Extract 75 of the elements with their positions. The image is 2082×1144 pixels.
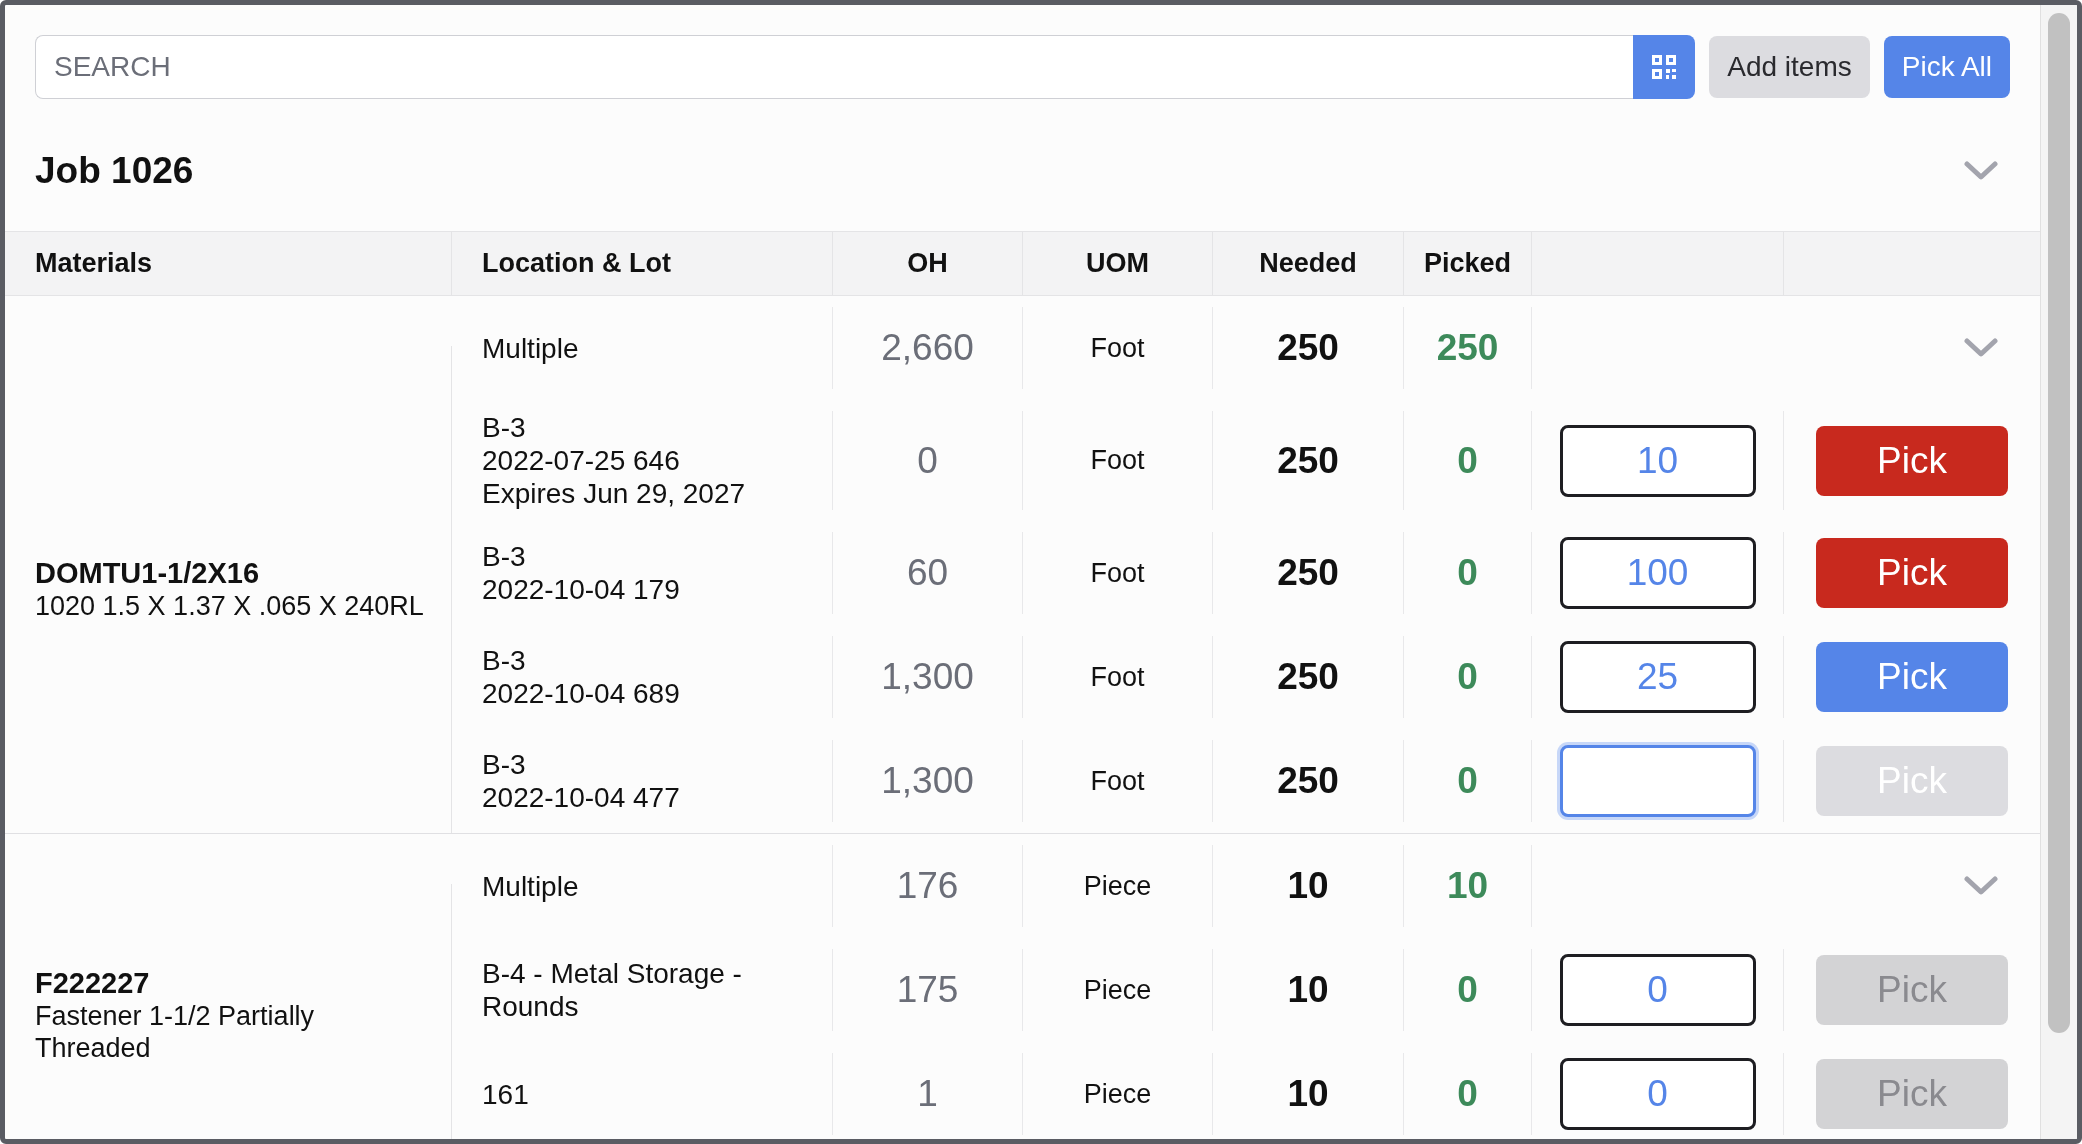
location-text: B-3 <box>482 644 526 677</box>
picked-value: 0 <box>1457 439 1478 482</box>
needed-value: 250 <box>1277 439 1339 482</box>
location-text: B-3 <box>482 748 526 781</box>
location-text: 161 <box>482 1077 529 1111</box>
location-text: B-3 <box>482 540 526 573</box>
on-hand-value: 1,300 <box>881 760 974 802</box>
on-hand-value: 0 <box>917 439 938 482</box>
location-text: B-4 - Metal Storage - <box>482 957 742 990</box>
needed-value: 10 <box>1287 969 1329 1011</box>
needed-value: 250 <box>1277 327 1339 369</box>
column-header: OH <box>833 232 1023 295</box>
chevron-down-icon[interactable] <box>1964 161 1998 181</box>
on-hand-value: 176 <box>896 865 959 907</box>
picked-value: 0 <box>1457 969 1478 1011</box>
needed-value: 250 <box>1277 760 1339 802</box>
picked-value: 10 <box>1446 865 1489 907</box>
uom-text: Foot <box>1090 557 1145 589</box>
uom-text: Foot <box>1090 661 1145 693</box>
uom-text: Foot <box>1090 445 1145 476</box>
needed-value: 250 <box>1277 656 1339 698</box>
on-hand-value: 1,300 <box>881 656 974 698</box>
column-header: Needed <box>1213 232 1404 295</box>
search-field[interactable]: SEARCH <box>35 35 1634 99</box>
quantity-input[interactable]: 10 <box>1559 424 1756 497</box>
location-text: 2022-10-04 179 <box>482 573 680 606</box>
column-header: Materials <box>5 232 452 295</box>
column-header: Location & Lot <box>452 232 833 295</box>
picked-value: 0 <box>1457 1073 1478 1115</box>
column-header: UOM <box>1023 232 1213 295</box>
pick-button[interactable]: Pick <box>1816 642 2008 712</box>
uom-text: Foot <box>1090 332 1145 364</box>
job-title: Job 1026 <box>35 150 194 192</box>
pick-button[interactable]: Pick <box>1816 425 2008 496</box>
location-text: Rounds <box>482 990 579 1023</box>
on-hand-value: 2,660 <box>881 327 974 369</box>
material-code: DOMTU1-1/2X16 <box>35 557 260 590</box>
uom-text: Piece <box>1083 870 1152 902</box>
location-text: 2022-07-25 646 <box>482 444 680 477</box>
on-hand-value: 175 <box>896 969 959 1011</box>
column-header: Picked <box>1404 232 1532 295</box>
location-text: B-3 <box>482 411 526 444</box>
quantity-input[interactable]: 0 <box>1559 1058 1756 1130</box>
picked-value: 0 <box>1457 552 1478 594</box>
on-hand-value: 1 <box>917 1073 938 1115</box>
needed-value: 250 <box>1277 552 1339 594</box>
location-text: 2022-10-04 689 <box>482 677 680 710</box>
location-text: Expires Jun 29, 2027 <box>482 477 746 510</box>
picked-value: 0 <box>1457 760 1478 802</box>
chevron-down-icon[interactable] <box>1964 338 1998 358</box>
scrollbar[interactable] <box>2040 5 2077 1139</box>
qr-code-icon <box>1651 54 1678 80</box>
quantity-input[interactable] <box>1559 745 1756 817</box>
picked-value: 250 <box>1436 327 1499 369</box>
needed-value: 10 <box>1287 865 1329 907</box>
uom-text: Piece <box>1083 974 1152 1006</box>
on-hand-value: 60 <box>906 552 949 594</box>
quantity-input[interactable]: 25 <box>1559 641 1756 713</box>
toolbar-button[interactable]: Add items <box>1709 36 1870 98</box>
chevron-down-icon[interactable] <box>1964 876 1998 896</box>
material-code: F222227 <box>35 966 151 1000</box>
location-text: Multiple <box>482 869 579 903</box>
uom-text: Piece <box>1083 1078 1152 1110</box>
picked-value: 0 <box>1457 656 1478 698</box>
uom-text: Foot <box>1090 765 1145 797</box>
pick-button[interactable]: Pick <box>1816 538 2008 608</box>
quantity-input[interactable]: 100 <box>1559 537 1756 609</box>
material-description: Fastener 1-1/2 Partially Threaded <box>35 999 316 1064</box>
toolbar-button[interactable]: Pick All <box>1883 36 2010 98</box>
quantity-input[interactable]: 0 <box>1559 954 1756 1026</box>
location-text: 2022-10-04 477 <box>482 781 680 814</box>
needed-value: 10 <box>1287 1073 1329 1115</box>
material-description: 1020 1.5 X 1.37 X .065 X 240RL <box>35 590 425 622</box>
qr-code-button[interactable] <box>1633 35 1696 99</box>
location-text: Multiple <box>482 331 579 365</box>
